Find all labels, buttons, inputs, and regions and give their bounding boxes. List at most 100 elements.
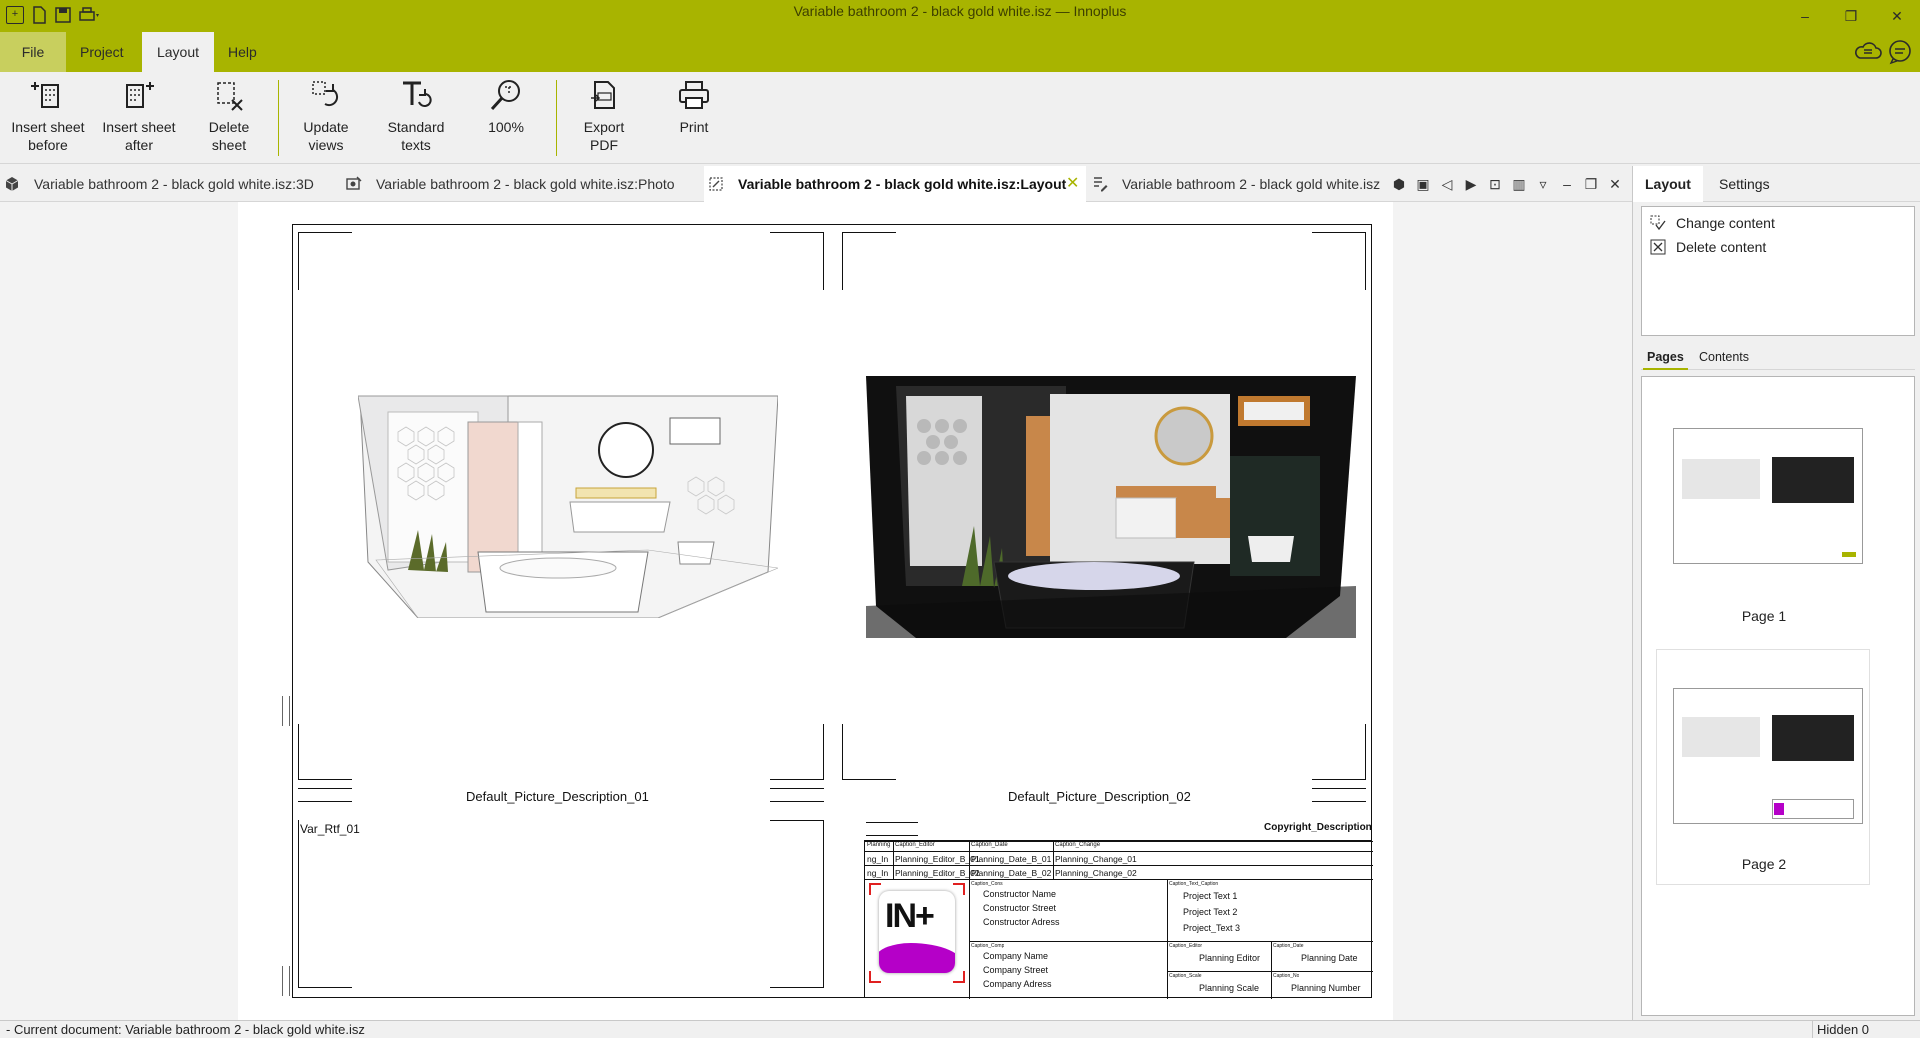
title-block-line bbox=[1053, 841, 1054, 879]
insert-before-label-2: before bbox=[28, 137, 68, 153]
delete-sheet-button[interactable]: Delete sheet bbox=[185, 76, 273, 160]
title-block-line bbox=[969, 841, 970, 999]
update-views-label-2: views bbox=[308, 137, 344, 153]
variable-reference: Var_Rtf_01 bbox=[300, 822, 360, 836]
menu-bar: File Project Layout Help bbox=[0, 32, 1920, 72]
tb-company-address: Company Adress bbox=[983, 979, 1052, 989]
insert-after-label-1: Insert sheet bbox=[102, 119, 176, 135]
tb-row1-change: Planning_Change_01 bbox=[1055, 854, 1137, 864]
tb-row1-date: Planning_Date_B_01 bbox=[971, 854, 1052, 864]
title-block-line bbox=[1167, 971, 1373, 972]
tb-header-change: Caption_Change bbox=[1055, 842, 1101, 848]
tb-caption-constructor: Caption_Cons bbox=[971, 881, 1003, 887]
photo-render-image[interactable] bbox=[866, 376, 1356, 638]
title-block-line bbox=[893, 841, 894, 879]
menu-file[interactable]: File bbox=[0, 32, 66, 72]
zoom-icon bbox=[490, 80, 520, 111]
tab-pages[interactable]: Pages bbox=[1643, 344, 1688, 370]
title-block-line bbox=[1167, 879, 1168, 999]
cloud-chat-icon[interactable] bbox=[1854, 38, 1882, 66]
tb-row2-editor: Planning_Editor_B_02 bbox=[895, 868, 980, 878]
tab-panel-layout[interactable]: Layout bbox=[1633, 166, 1703, 202]
viewport-corner bbox=[298, 788, 352, 802]
export-pdf-label-1: Export bbox=[583, 119, 625, 135]
insert-sheet-before-icon bbox=[31, 82, 59, 108]
print-button[interactable]: Print bbox=[650, 76, 738, 160]
insert-sheet-after-button[interactable]: Insert sheet after bbox=[95, 76, 183, 160]
viewport-corner bbox=[842, 724, 896, 780]
next-icon[interactable]: ▶ bbox=[1462, 175, 1480, 193]
tb-row2-index: ng_In bbox=[867, 868, 889, 878]
copyright-text: Copyright_Description bbox=[1264, 822, 1372, 833]
tb-project-text-2: Project Text 2 bbox=[1183, 907, 1238, 917]
cube-view-icon[interactable]: ⬢ bbox=[1390, 175, 1408, 193]
restore-doc-icon[interactable]: ❐ bbox=[1582, 175, 1600, 193]
viewport-corner bbox=[866, 822, 918, 836]
tab-3d[interactable]: Variable bathroom 2 - black gold white.i… bbox=[0, 166, 340, 202]
status-hidden-count: Hidden 0 bbox=[1812, 1021, 1920, 1038]
update-views-button[interactable]: Update views bbox=[282, 76, 370, 160]
tb-company-name: Company Name bbox=[983, 951, 1049, 961]
export-pdf-button[interactable]: Export PDF bbox=[560, 76, 648, 160]
edit-icon bbox=[1094, 177, 1108, 192]
change-content-icon bbox=[1650, 215, 1666, 231]
tab-edit[interactable]: Variable bathroom 2 - black gold white.i… bbox=[1088, 166, 1388, 202]
panel-tabs: Layout Settings bbox=[1633, 166, 1920, 202]
frame-view-icon[interactable]: ▣ bbox=[1414, 175, 1432, 193]
viewport-corner bbox=[770, 232, 824, 290]
insert-sheet-after-icon bbox=[126, 82, 154, 108]
tab-edit-label: Variable bathroom 2 - black gold white.i… bbox=[1122, 176, 1381, 192]
sketch-render-image[interactable] bbox=[358, 392, 778, 618]
previous-icon[interactable]: ◁ bbox=[1438, 175, 1456, 193]
delete-sheet-icon bbox=[217, 82, 243, 111]
menu-layout[interactable]: Layout bbox=[142, 32, 214, 72]
picture-caption-2: Default_Picture_Description_02 bbox=[1008, 789, 1191, 804]
close-button[interactable]: ✕ bbox=[1874, 0, 1920, 32]
insert-sheet-before-button[interactable]: Insert sheet before bbox=[4, 76, 92, 160]
status-current-document: - Current document: Variable bathroom 2 … bbox=[6, 1022, 365, 1037]
tab-photo[interactable]: Variable bathroom 2 - black gold white.i… bbox=[342, 166, 702, 202]
tab-layout[interactable]: Variable bathroom 2 - black gold white.i… bbox=[704, 166, 1086, 202]
close-doc-icon[interactable]: ✕ bbox=[1606, 175, 1624, 193]
export-pdf-label-2: PDF bbox=[590, 137, 618, 153]
title-block-line bbox=[865, 865, 1373, 866]
update-views-icon bbox=[312, 81, 339, 107]
columns-icon[interactable]: ▥ bbox=[1510, 175, 1528, 193]
maximize-button[interactable]: ❐ bbox=[1828, 0, 1874, 32]
tb-caption-scale: Caption_Scale bbox=[1169, 973, 1202, 979]
tb-caption-editor: Caption_Editor bbox=[1169, 943, 1203, 949]
tb-row1-index: ng_In bbox=[867, 854, 889, 864]
ribbon: Insert sheet before Insert sheet after D… bbox=[0, 72, 1920, 164]
zoom-label: 100% bbox=[488, 119, 524, 135]
change-content-action[interactable]: Change content bbox=[1648, 213, 1775, 233]
page-thumbnail-2[interactable]: Page 2 bbox=[1656, 649, 1870, 885]
tb-caption-company: Caption_Comp bbox=[971, 943, 1005, 949]
chat-icon[interactable] bbox=[1886, 38, 1914, 66]
standard-texts-button[interactable]: Standard texts bbox=[372, 76, 460, 160]
fit-icon[interactable]: ⊡ bbox=[1486, 175, 1504, 193]
resize-handle[interactable] bbox=[282, 966, 290, 996]
minimize-button[interactable]: – bbox=[1782, 0, 1828, 32]
title-block-line bbox=[865, 851, 1373, 852]
standard-texts-label-1: Standard bbox=[387, 119, 445, 135]
tb-planning-date: Planning Date bbox=[1301, 953, 1358, 963]
menu-project[interactable]: Project bbox=[66, 32, 138, 72]
viewport-corner bbox=[298, 232, 352, 290]
pages-list: Page 1 Page 2 bbox=[1641, 376, 1915, 1016]
page-thumbnail-1[interactable]: Page 1 bbox=[1656, 385, 1870, 624]
dropdown-icon[interactable]: ▿ bbox=[1534, 175, 1552, 193]
menu-help[interactable]: Help bbox=[214, 32, 271, 72]
zoom-100-button[interactable]: 100% bbox=[462, 76, 550, 160]
tb-row1-editor: Planning_Editor_B_01 bbox=[895, 854, 980, 864]
tab-panel-settings[interactable]: Settings bbox=[1707, 166, 1782, 202]
tb-header-editor: Caption_Editor bbox=[895, 842, 935, 848]
export-pdf-icon bbox=[591, 81, 615, 109]
resize-handle[interactable] bbox=[282, 696, 290, 726]
photo-icon bbox=[346, 176, 362, 190]
minimize-doc-icon[interactable]: – bbox=[1558, 175, 1576, 193]
tab-close-icon[interactable]: ✕ bbox=[1066, 166, 1079, 202]
delete-content-action[interactable]: Delete content bbox=[1648, 237, 1766, 257]
tab-contents[interactable]: Contents bbox=[1695, 344, 1753, 370]
viewport-corner bbox=[770, 724, 824, 780]
tb-constructor-address: Constructor Adress bbox=[983, 917, 1060, 927]
